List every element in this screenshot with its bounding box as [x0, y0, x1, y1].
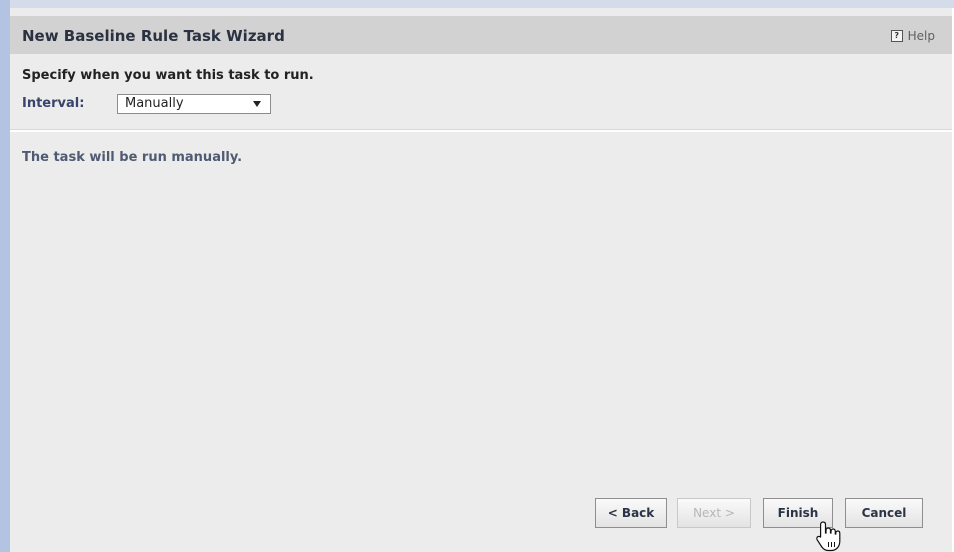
interval-select[interactable]: Manually: [117, 94, 271, 114]
help-link[interactable]: ? Help: [890, 29, 935, 43]
window-top-strip: [0, 0, 954, 8]
wizard-title: New Baseline Rule Task Wizard: [22, 27, 285, 45]
schedule-heading: Specify when you want this task to run.: [22, 68, 314, 83]
hand-pointer-icon: [816, 521, 841, 552]
left-accent-bar: [0, 0, 10, 552]
interval-selected-value: Manually: [125, 96, 184, 111]
section-divider: [10, 129, 952, 132]
schedule-message: The task will be run manually.: [22, 150, 243, 165]
chevron-down-icon: [253, 101, 261, 107]
wizard-dialog: New Baseline Rule Task Wizard ? Help Spe…: [10, 8, 952, 552]
help-icon: ?: [890, 30, 903, 42]
interval-label: Interval:: [22, 96, 85, 111]
window: New Baseline Rule Task Wizard ? Help Spe…: [0, 0, 954, 552]
back-button[interactable]: < Back: [595, 498, 667, 528]
cancel-button[interactable]: Cancel: [845, 498, 923, 528]
help-label: Help: [907, 29, 935, 43]
wizard-title-bar: New Baseline Rule Task Wizard ? Help: [10, 16, 952, 54]
next-button[interactable]: Next >: [677, 498, 751, 528]
